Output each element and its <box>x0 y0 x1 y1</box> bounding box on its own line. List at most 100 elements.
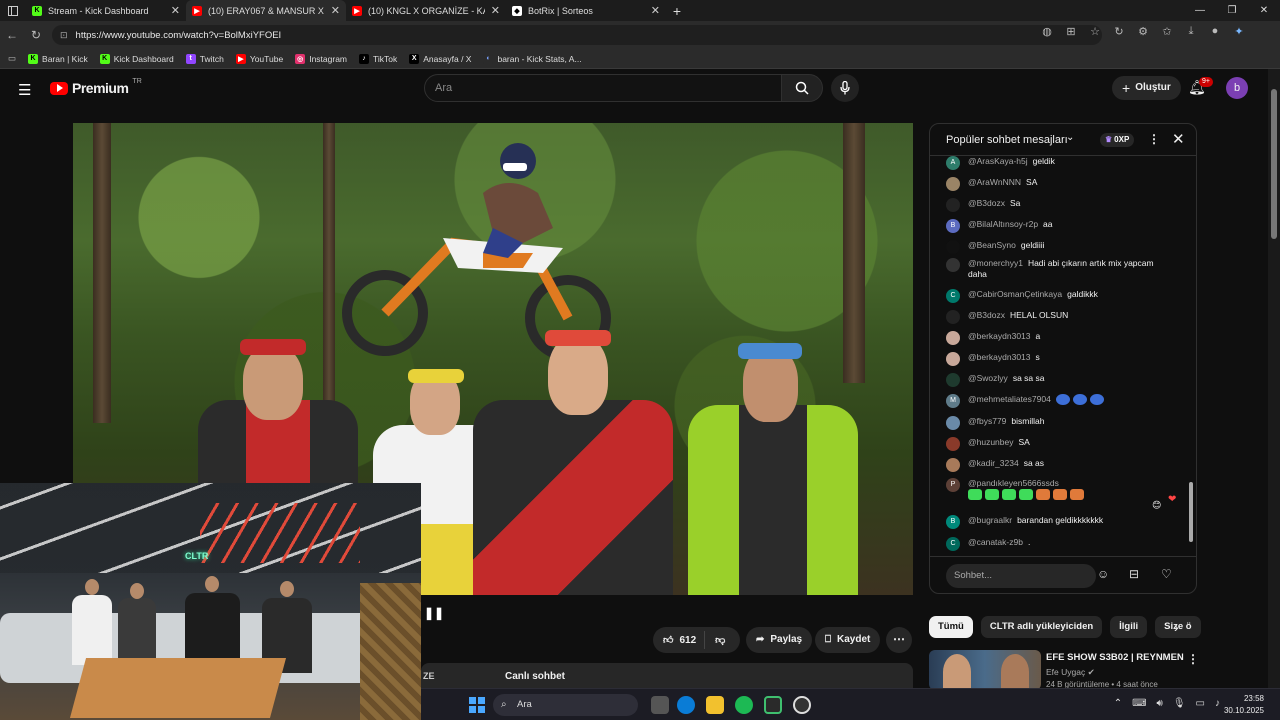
shield-icon[interactable]: ◍ <box>1040 25 1054 38</box>
chat-avatar[interactable] <box>946 416 960 430</box>
copilot-icon[interactable]: ✦ <box>1232 25 1246 38</box>
chat-message[interactable]: @berkaydn3013 a <box>946 331 1166 345</box>
taskbar-clock[interactable]: 23:58 30.10.2025 <box>1224 693 1264 717</box>
network-icon[interactable]: ⌨ <box>1132 698 1146 709</box>
bookmark-kick-dashboard[interactable]: K Kick Dashboard <box>99 53 174 64</box>
volume-icon[interactable]: 🔊︎ <box>1157 698 1163 709</box>
chat-message[interactable]: M @mehmetaliates7904 <box>946 394 1166 408</box>
bookmark-tiktok[interactable]: ♪ TikTok <box>359 53 397 64</box>
chat-avatar[interactable] <box>946 258 960 272</box>
chat-message[interactable]: @B3dozx HELAL OLSUN <box>946 310 1166 324</box>
chat-avatar[interactable] <box>946 352 960 366</box>
chat-message[interactable]: A @ArasKaya-h5j geldik <box>946 156 1166 170</box>
browser-tab[interactable]: ▶ (10) KNGL X ORGANİZE - KATLİAM ✕ <box>346 0 506 21</box>
chat-author[interactable]: @fbys779 <box>968 416 1006 426</box>
page-scrollbar-thumb[interactable] <box>1271 89 1277 239</box>
chat-message[interactable]: P @pandıkleyen5666ssds <box>946 478 1166 501</box>
chat-avatar[interactable] <box>946 437 960 451</box>
chat-options-icon[interactable]: ⋮ <box>1148 132 1160 146</box>
save-button[interactable]: ⎕ Kaydet <box>815 627 881 653</box>
bookmark-x[interactable]: X Anasayfa / X <box>409 53 471 64</box>
chat-author[interactable]: @ArasKaya-h5j <box>968 156 1028 166</box>
obs-icon[interactable] <box>793 696 811 714</box>
dislike-button[interactable]: 👎︎ <box>705 634 735 646</box>
app-icon[interactable]: ⊞ <box>1064 25 1078 38</box>
search-input[interactable]: Ara <box>424 74 782 102</box>
recommended-options-icon[interactable]: ⋮ <box>1187 652 1199 666</box>
chat-author[interactable]: @huzunbey <box>968 437 1014 447</box>
taskbar-search[interactable]: ⌕ Ara <box>493 694 638 716</box>
heart-icon[interactable]: ♡ <box>1161 567 1172 581</box>
chat-author[interactable]: @pandıkleyen5666ssds <box>968 478 1059 488</box>
chat-avatar[interactable]: C <box>946 537 960 551</box>
bookmark-baran-kick[interactable]: K Baran | Kick <box>28 53 88 64</box>
favorites-icon[interactable]: ✩ <box>1160 25 1174 38</box>
chat-message[interactable]: B @bugraalkr barandan geldikkkkkkk <box>946 515 1166 529</box>
chat-avatar[interactable] <box>946 331 960 345</box>
chat-message[interactable]: @berkaydn3013 s <box>946 352 1166 366</box>
chip-uploader[interactable]: CLTR adlı yükleyiciden <box>980 616 1103 638</box>
recommended-thumbnail[interactable] <box>929 650 1041 690</box>
chat-author[interactable]: @AraWnNNN <box>968 177 1021 187</box>
chat-avatar[interactable]: P <box>946 478 960 492</box>
close-icon[interactable]: ✕ <box>651 4 660 17</box>
share-button[interactable]: ➦ Paylaş <box>746 627 813 653</box>
more-actions-button[interactable]: ⋯ <box>886 627 912 653</box>
chat-avatar[interactable] <box>946 458 960 472</box>
chip-all[interactable]: Tümü <box>929 616 973 638</box>
chat-author[interactable]: @Swozlyy <box>968 373 1008 383</box>
live-chat-replay-bar[interactable]: ZE Canlı sohbet <box>421 663 913 689</box>
bookmark-instagram[interactable]: ◎ Instagram <box>295 53 347 64</box>
chat-author[interactable]: @bugraalkr <box>968 515 1012 525</box>
close-icon[interactable]: ✕ <box>171 4 180 17</box>
file-explorer-icon[interactable] <box>706 696 724 714</box>
url-field[interactable]: ⊡ https://www.youtube.com/watch?v=BolMxiY… <box>52 25 1102 45</box>
recommended-title[interactable]: EFE SHOW S3B02 | REYNMEN <box>1046 652 1184 663</box>
chevron-down-icon[interactable]: ⌄ <box>1066 132 1074 143</box>
like-button[interactable]: 👍︎ 612 <box>653 631 706 649</box>
bookmark-twitch[interactable]: t Twitch <box>185 53 224 64</box>
chat-message[interactable]: B @BilalAltınsoy-r2p aa <box>946 219 1166 233</box>
bookmarks-menu-icon[interactable]: ▭ <box>8 53 16 64</box>
tab-actions-icon[interactable] <box>0 0 26 21</box>
chat-scrollbar-thumb[interactable] <box>1189 482 1193 542</box>
chat-author[interactable]: @B3dozx <box>968 198 1005 208</box>
recommended-video[interactable]: EFE SHOW S3B02 | REYNMEN Efe Uygaç ✔ 24 … <box>929 650 1199 690</box>
microphone-icon[interactable]: 🎙︎ <box>1173 698 1186 709</box>
youtube-logo[interactable]: Premium TR <box>50 78 142 96</box>
chat-input[interactable]: Sohbet... <box>946 564 1096 588</box>
menu-icon[interactable]: ☰ <box>18 81 31 99</box>
chip-related[interactable]: İlgili <box>1110 616 1148 638</box>
chat-author[interactable]: @B3dozx <box>968 310 1005 320</box>
chat-avatar[interactable] <box>946 240 960 254</box>
close-chat-icon[interactable]: ✕ <box>1172 130 1185 148</box>
recommended-channel[interactable]: Efe Uygaç ✔ <box>1046 667 1095 678</box>
chat-author[interactable]: @kadir_3234 <box>968 458 1019 468</box>
speaker-icon[interactable]: ♪ <box>1215 698 1220 709</box>
chat-avatar[interactable]: C <box>946 289 960 303</box>
chat-avatar[interactable]: B <box>946 219 960 233</box>
search-button[interactable] <box>781 74 823 102</box>
voice-search-button[interactable] <box>831 74 859 102</box>
chat-avatar[interactable] <box>946 198 960 212</box>
close-icon[interactable]: ✕ <box>331 4 340 17</box>
back-icon[interactable]: ← <box>0 28 24 42</box>
chat-author[interactable]: @BeanSyno <box>968 240 1016 250</box>
browser-tab-active[interactable]: ▶ (10) ERAY067 & MANSUR X ORGANİZE ✕ <box>186 0 346 21</box>
new-tab-button[interactable]: + <box>666 3 688 19</box>
chat-message[interactable]: @BeanSyno geldiiii <box>946 240 1166 254</box>
bookmark-kick-stats[interactable]: ◐ baran - Kick Stats, A... <box>483 53 582 64</box>
streaming-app-icon[interactable] <box>764 696 782 714</box>
chat-message[interactable]: C @canatak-z9b. <box>946 537 1166 551</box>
site-info-icon[interactable]: ⊡ <box>60 30 68 40</box>
chat-avatar[interactable] <box>946 310 960 324</box>
task-view-icon[interactable] <box>651 696 669 714</box>
chat-message[interactable]: @monerchyy1 Hadi abi çıkarın artık mix ya… <box>946 258 1166 280</box>
favorite-star-icon[interactable]: ☆ <box>1088 25 1102 38</box>
chat-message[interactable]: @Swozlyy sa sa sa <box>946 373 1166 387</box>
browser-tab[interactable]: K Stream - Kick Dashboard ✕ <box>26 0 186 21</box>
chevron-right-icon[interactable]: › <box>1174 619 1179 635</box>
chat-message[interactable]: @fbys779 bismillah <box>946 416 1166 430</box>
chat-message[interactable]: @huzunbey SA <box>946 437 1166 451</box>
chat-avatar[interactable] <box>946 373 960 387</box>
